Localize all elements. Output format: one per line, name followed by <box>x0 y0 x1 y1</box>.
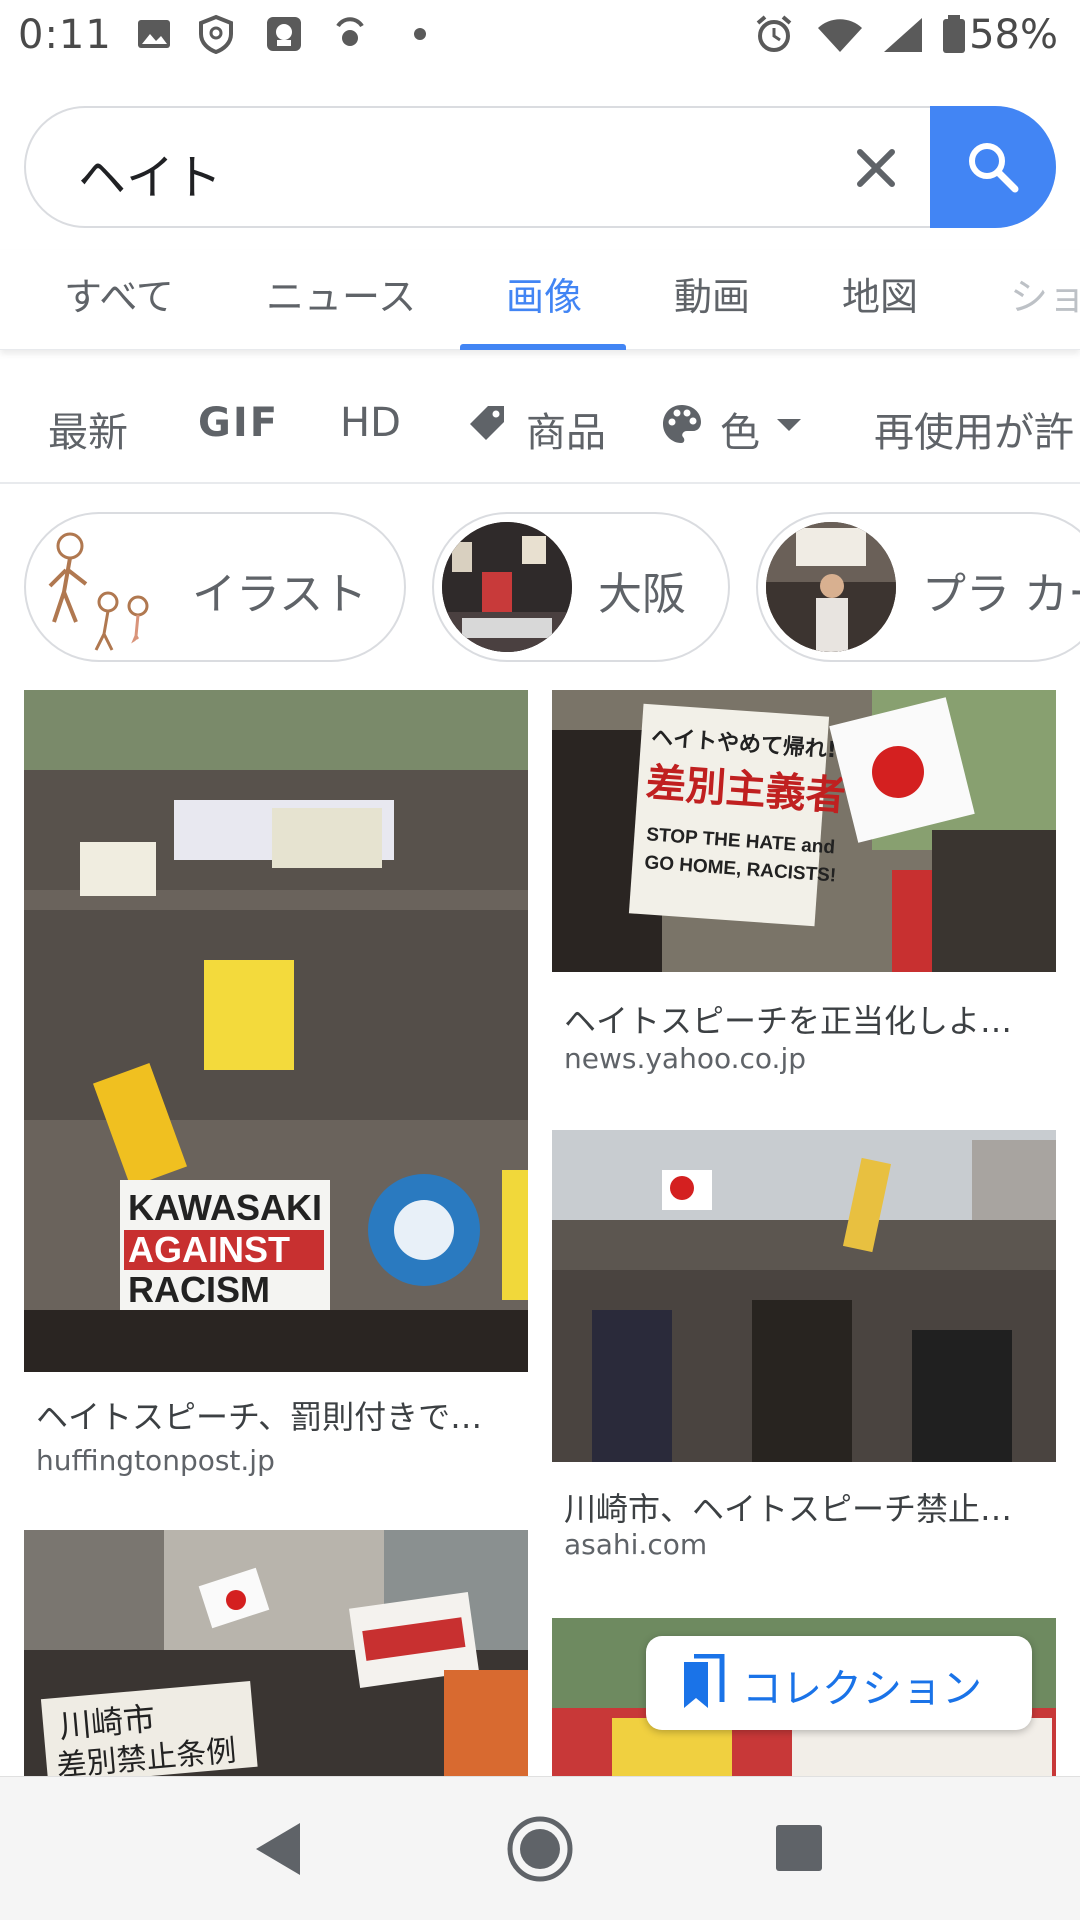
crowd-clash-photo <box>552 1130 1056 1462</box>
tab-shopping[interactable]: ショ <box>1010 266 1080 321</box>
result-image-3[interactable] <box>552 1130 1056 1462</box>
search-field[interactable]: ヘイト <box>24 106 1056 228</box>
search-button[interactable] <box>930 106 1056 228</box>
shield-icon <box>199 14 233 54</box>
chip-thumbnail <box>34 522 164 652</box>
home-icon[interactable] <box>506 1815 574 1883</box>
wifi-icon <box>818 19 862 52</box>
result-source-3[interactable]: asahi.com <box>564 1528 707 1561</box>
app-notification-icon <box>267 17 301 51</box>
signal-icon <box>884 18 922 52</box>
tab-videos[interactable]: 動画 <box>674 266 750 321</box>
tab-images[interactable]: 画像 <box>506 266 582 321</box>
filter-recent[interactable]: 最新 <box>48 400 128 458</box>
chip-thumbnail <box>442 522 572 652</box>
sign-text: AGAINST <box>128 1229 290 1270</box>
status-time: 0:11 <box>18 12 112 58</box>
result-image-4[interactable]: 川崎市 差別禁止条例 <box>24 1530 528 1776</box>
protest-crowd-photo: KAWASAKI AGAINST RACISM <box>24 690 528 1372</box>
filter-gif[interactable]: GIF <box>198 400 279 446</box>
collection-button[interactable]: コレクション <box>646 1636 1032 1730</box>
filter-color[interactable]: 色 <box>660 396 810 456</box>
sign-text: KAWASAKI <box>128 1187 322 1228</box>
search-query-text[interactable]: ヘイト <box>78 138 222 208</box>
result-title-1[interactable]: ヘイトスピーチ、罰則付きで… <box>36 1392 482 1438</box>
filter-color-label: 色 <box>720 410 760 456</box>
filter-products-label: 商品 <box>526 410 606 456</box>
tab-all[interactable]: すべて <box>64 266 174 321</box>
collection-label: コレクション <box>742 1666 982 1712</box>
search-tabs: すべて ニュース 画像 動画 地図 ショ <box>0 250 1080 350</box>
suggestion-chip-placard[interactable]: プラ カー <box>756 512 1080 662</box>
chip-label: 大阪 <box>598 569 686 620</box>
status-bar: 0:11 58% <box>0 0 1080 80</box>
result-title-3[interactable]: 川崎市、ヘイトスピーチ禁止… <box>564 1484 1012 1530</box>
gallery-icon <box>138 20 170 48</box>
active-tab-indicator <box>460 344 626 350</box>
filter-products[interactable]: 商品 <box>466 396 616 456</box>
chip-thumbnail <box>766 522 896 652</box>
result-source-2[interactable]: news.yahoo.co.jp <box>564 1042 806 1075</box>
suggestion-chip-osaka[interactable]: 大阪 <box>432 512 730 662</box>
protest-photo <box>766 522 896 652</box>
palette-icon <box>663 405 701 443</box>
dot-icon <box>414 28 426 40</box>
filter-bar: 最新 GIF HD 商品 色 再使用が許 <box>0 360 1080 484</box>
protest-sign-photo: ヘイトやめて帰れ! 差別主義者! STOP THE HATE and GO HO… <box>552 690 1056 972</box>
result-image-2[interactable]: ヘイトやめて帰れ! 差別主義者! STOP THE HATE and GO HO… <box>552 690 1056 972</box>
chip-label: プラ カー <box>922 569 1080 620</box>
suggestion-chip-illustration[interactable]: イラスト <box>24 512 406 662</box>
recents-icon[interactable] <box>774 1823 824 1873</box>
filter-usage-rights[interactable]: 再使用が許 <box>874 400 1074 458</box>
sign-text: RACISM <box>128 1269 270 1310</box>
alarm-icon <box>756 15 792 52</box>
battery-percentage: 58% <box>969 12 1058 58</box>
result-image-1[interactable]: KAWASAKI AGAINST RACISM <box>24 690 528 1372</box>
sync-icon <box>336 17 364 46</box>
search-icon <box>969 143 1019 193</box>
result-source-1[interactable]: huffingtonpost.jp <box>36 1444 275 1477</box>
tag-icon <box>470 406 504 440</box>
tab-news[interactable]: ニュース <box>266 266 416 321</box>
chip-label: イラスト <box>192 569 368 620</box>
protest-photo <box>442 522 572 652</box>
back-icon[interactable] <box>250 1819 306 1879</box>
filter-hd[interactable]: HD <box>340 400 401 446</box>
bookmark-icon <box>684 1654 725 1708</box>
chevron-down-icon <box>777 419 801 431</box>
navigation-bar <box>0 1776 1080 1920</box>
tab-maps[interactable]: 地図 <box>842 266 918 321</box>
clear-search-icon[interactable] <box>844 136 908 200</box>
result-title-2[interactable]: ヘイトスピーチを正当化しよ… <box>564 996 1012 1042</box>
battery-icon <box>943 15 965 53</box>
illustration-figures-icon <box>48 532 149 651</box>
protest-street-photo: 川崎市 差別禁止条例 <box>24 1530 528 1776</box>
